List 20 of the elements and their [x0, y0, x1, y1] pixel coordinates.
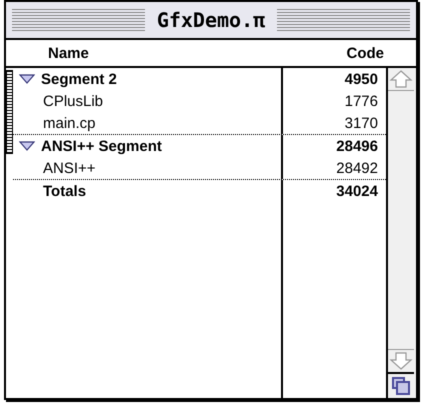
segment-name[interactable]: Segment 2: [41, 70, 117, 88]
code-size: 28496: [336, 138, 378, 154]
segment-name[interactable]: ANSI++ Segment: [41, 138, 162, 154]
column-header[interactable]: Name: [48, 44, 89, 62]
vertical-scrollbar[interactable]: [386, 68, 416, 398]
scroll-up-arrow-icon[interactable]: [388, 68, 414, 91]
totals-label: Totals: [43, 182, 86, 200]
totals-code: 34024: [336, 182, 378, 200]
column-header[interactable]: Code: [346, 44, 384, 62]
expanded-triangle-icon[interactable]: [19, 140, 35, 152]
code-size: 1776: [344, 92, 378, 110]
window-title: GfxDemo.π: [156, 8, 266, 32]
file-name[interactable]: ANSI++: [43, 160, 96, 176]
file-name[interactable]: CPlusLib: [43, 92, 104, 110]
resize-grip-icon[interactable]: [6, 70, 13, 154]
code-size: 3170: [344, 114, 378, 132]
expanded-triangle-icon[interactable]: [19, 73, 35, 85]
file-name[interactable]: main.cp: [43, 114, 96, 132]
code-size: 4950: [344, 70, 378, 88]
code-size: 28492: [336, 160, 378, 176]
